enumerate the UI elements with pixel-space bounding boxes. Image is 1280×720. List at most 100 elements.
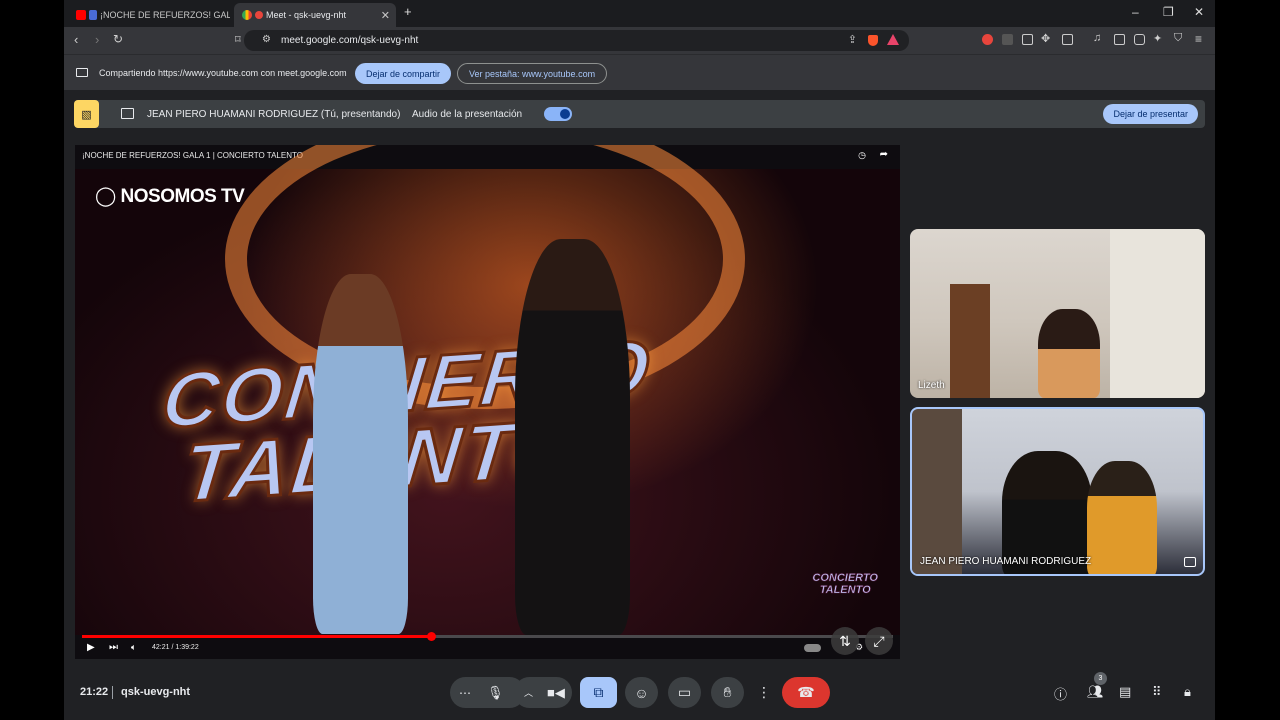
wallet-icon[interactable]: [1134, 34, 1145, 45]
mic-icon[interactable]: 🎙︎: [487, 685, 504, 701]
reload-icon[interactable]: ↻: [113, 32, 123, 46]
recording-icon: [255, 11, 263, 19]
close-window-icon[interactable]: ✕: [1194, 5, 1204, 19]
browser-toolbar: ‹ › ↻ ⌑ ⚙ meet.google.com/qsk-uevg-nht ⇪…: [64, 27, 1215, 54]
tab-label: Meet - qsk-uevg-nht: [266, 10, 347, 20]
menu-icon[interactable]: ≡: [1195, 32, 1202, 46]
extensions-puzzle-icon[interactable]: ✥: [1041, 32, 1050, 45]
presentation-audio-toggle[interactable]: [544, 107, 572, 121]
leo-ai-icon[interactable]: ✦: [1153, 32, 1162, 45]
play-icon[interactable]: ▶: [87, 642, 95, 653]
corner-show-logo: CONCIERTO TALENTO: [812, 572, 878, 597]
presented-video[interactable]: ¡NOCHE DE REFUERZOS! GALA 1 | CONCIERTO …: [75, 145, 900, 659]
tab-label: ¡NOCHE DE REFUERZOS! GALA 1: [100, 10, 230, 20]
present-now-button[interactable]: ⧉: [580, 677, 617, 708]
video-scrubber-handle[interactable]: [426, 632, 436, 641]
pip-icon[interactable]: [1184, 557, 1196, 567]
hand-icon: ✋︎: [723, 684, 732, 700]
meeting-code: qsk-uevg-nht: [121, 686, 191, 698]
extension-record-icon[interactable]: [982, 34, 993, 45]
chrome-icon: [242, 10, 252, 20]
channel-logo: ◯ NOSOMOS TV: [95, 186, 245, 207]
share-icon[interactable]: ⇪: [848, 33, 857, 46]
browser-window: ¡NOCHE DE REFUERZOS! GALA 1 Meet - qsk-u…: [64, 0, 1215, 720]
extension-camera-icon[interactable]: [1002, 34, 1013, 45]
view-tab-button[interactable]: Ver pestaña: www.youtube.com: [457, 63, 608, 84]
presenting-bar: ▧ JEAN PIERO HUAMANI RODRIGUEZ (Tú, pres…: [74, 100, 1205, 128]
minimize-icon[interactable]: –: [1132, 5, 1139, 19]
restore-icon[interactable]: ❐: [1163, 5, 1174, 19]
more-options-button[interactable]: ⋮: [752, 677, 776, 708]
people-count-badge: 3: [1094, 672, 1107, 685]
video-progress-bar[interactable]: [82, 632, 893, 641]
fullscreen-icon[interactable]: ⤢: [865, 627, 893, 655]
volume-icon[interactable]: 🔈︎: [131, 642, 136, 653]
stop-presenting-button[interactable]: Dejar de presentar: [1103, 104, 1198, 124]
camera-icon[interactable]: ■◀: [547, 685, 565, 701]
chat-icon[interactable]: ▤: [1119, 684, 1131, 700]
extension-box-icon[interactable]: [1062, 34, 1073, 45]
leave-call-button[interactable]: ☎: [782, 677, 830, 708]
video-title: ¡NOCHE DE REFUERZOS! GALA 1 | CONCIERTO …: [82, 151, 303, 160]
meeting-info-icon[interactable]: ⓘ: [1054, 684, 1067, 703]
participant-tile-self[interactable]: JEAN PIERO HUAMANI RODRIGUEZ: [910, 407, 1205, 576]
camera-control-group: ︿ ■◀: [514, 677, 572, 708]
forward-icon[interactable]: ›: [95, 32, 99, 47]
video-time: 42:21 / 1:39:22: [152, 644, 199, 651]
vpn-shield-icon[interactable]: ⛉: [1174, 32, 1182, 45]
youtube-icon: [76, 10, 86, 20]
tab-youtube[interactable]: ¡NOCHE DE REFUERZOS! GALA 1: [68, 3, 230, 27]
participant-video-2: [1087, 461, 1157, 574]
site-info-icon[interactable]: ⚙: [262, 34, 271, 45]
back-icon[interactable]: ‹: [74, 32, 78, 47]
extension-game-icon[interactable]: [1022, 34, 1033, 45]
participant-name: JEAN PIERO HUAMANI RODRIGUEZ: [920, 556, 1092, 567]
present-screen-icon: [121, 108, 134, 119]
autoplay-toggle[interactable]: [804, 644, 821, 652]
media-music-icon[interactable]: ♫: [1093, 32, 1101, 44]
brave-rewards-icon[interactable]: [887, 34, 899, 45]
tile-door: [950, 284, 990, 398]
participant-video: [1038, 309, 1100, 398]
participant-tile[interactable]: Lizeth: [910, 229, 1205, 398]
swap-layout-icon[interactable]: ⇅: [831, 627, 859, 655]
stop-sharing-button[interactable]: Dejar de compartir: [355, 63, 452, 84]
tile-curtain: [912, 409, 962, 574]
next-icon[interactable]: ⏭: [109, 642, 118, 653]
performer-man: [515, 239, 630, 635]
raise-hand-button[interactable]: ✋︎: [711, 677, 744, 708]
bookmark-icon[interactable]: ⌑: [235, 33, 241, 46]
address-bar[interactable]: ⌑ ⚙ meet.google.com/qsk-uevg-nht ⇪: [235, 30, 909, 51]
activities-icon[interactable]: ⠿: [1152, 684, 1162, 700]
chevron-up-icon[interactable]: ︿: [524, 686, 533, 699]
corner-logo-line1: CONCIERTO: [812, 572, 878, 585]
performer-woman: [313, 274, 408, 634]
watch-later-icon[interactable]: ◷: [858, 150, 866, 161]
tab-meet[interactable]: Meet - qsk-uevg-nht ✕: [234, 3, 396, 27]
captions-button[interactable]: ▭: [668, 677, 701, 708]
host-controls-icon[interactable]: 🔒︎: [1184, 684, 1191, 700]
captions-icon: ▭: [677, 684, 692, 700]
emoji-reactions-button[interactable]: ☺: [625, 677, 658, 708]
present-screen-icon: ⧉: [593, 684, 604, 700]
tile-wall: [1110, 229, 1205, 398]
video-progress-fill: [82, 635, 431, 638]
brave-shield-icon[interactable]: [868, 35, 878, 46]
new-tab-button[interactable]: +: [404, 4, 412, 19]
video-frame: ◯ NOSOMOS TV CONCIERTO TALENTO CONCIERTO…: [75, 145, 900, 635]
screen-share-icon: [76, 68, 88, 77]
people-icon[interactable]: 👥︎: [1087, 684, 1104, 700]
url-text: meet.google.com/qsk-uevg-nht: [281, 35, 419, 46]
sidebar-icon[interactable]: [1114, 34, 1125, 45]
divider: [112, 686, 113, 699]
sharing-infobar: Compartiendo https://www.youtube.com con…: [64, 54, 1215, 90]
emoji-icon: ☺: [634, 684, 649, 701]
channel-logo-text: NOSOMOS TV: [120, 186, 245, 207]
participant-name: Lizeth: [918, 380, 945, 391]
cast-icon: [89, 10, 97, 20]
share-video-icon[interactable]: ➦: [880, 149, 888, 160]
presentation-audio-label: Audio de la presentación: [412, 109, 523, 120]
more-audio-options-icon[interactable]: ⋯: [459, 686, 471, 700]
meeting-clock: 21:22: [80, 686, 109, 698]
close-tab-icon[interactable]: ✕: [381, 9, 390, 22]
